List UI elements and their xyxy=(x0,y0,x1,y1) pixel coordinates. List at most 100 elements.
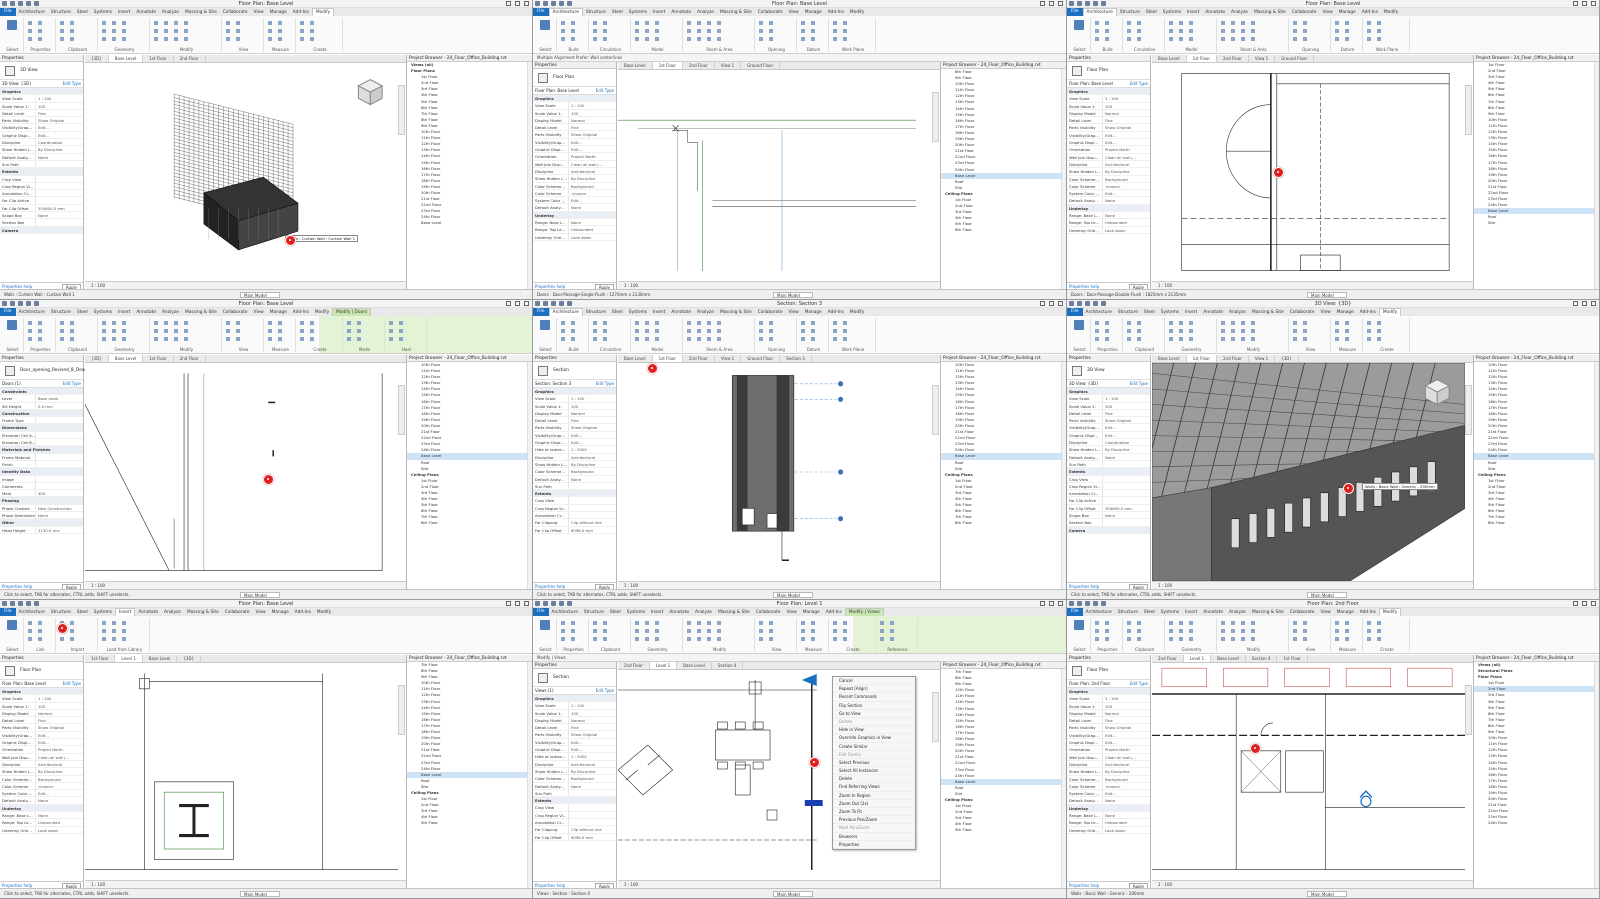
tab-modify-doors[interactable]: Modify | Doors xyxy=(332,308,372,316)
property-row[interactable]: Discipline Coordination xyxy=(0,139,83,147)
property-row[interactable]: Far Clip Offset 6096.0 mm xyxy=(533,526,616,534)
ribbon-tool-button[interactable] xyxy=(1105,336,1109,341)
ribbon-tool-button[interactable] xyxy=(1169,328,1173,333)
view-tab-base-level[interactable]: Base Level xyxy=(108,55,144,62)
property-row[interactable]: Show Hidden L... By Discipline xyxy=(533,460,616,469)
property-value[interactable]: Look down xyxy=(36,827,83,833)
tab-systems[interactable]: Systems xyxy=(1158,610,1182,615)
property-value[interactable]: Project North xyxy=(1103,746,1150,752)
property-value[interactable]: None xyxy=(1103,212,1150,218)
ribbon-tool-button[interactable] xyxy=(1169,320,1173,325)
property-value[interactable] xyxy=(36,439,83,445)
ribbon-tool-button[interactable] xyxy=(1293,28,1297,33)
property-row[interactable]: Far Clipping Clip without line xyxy=(533,826,616,834)
tab-add-ins[interactable]: Add-Ins xyxy=(1357,610,1379,615)
ribbon-tool-button[interactable] xyxy=(1251,328,1255,333)
ribbon-tool-button[interactable] xyxy=(112,328,116,333)
property-row[interactable]: Scale Value 1: 100 xyxy=(1067,402,1150,410)
ribbon-tool-button[interactable] xyxy=(603,336,607,341)
type-selector[interactable]: Floor Plan xyxy=(533,69,616,87)
ribbon-tool-button[interactable] xyxy=(278,336,282,341)
tab-annotate[interactable]: Annotate xyxy=(133,10,159,15)
view-tab-2nd-floor[interactable]: 2nd Floor xyxy=(683,62,715,69)
ribbon-tool-button[interactable] xyxy=(310,320,314,325)
ribbon-tool-button[interactable] xyxy=(769,620,773,625)
tab-architecture[interactable]: Architecture xyxy=(549,610,581,615)
ribbon-tool-button[interactable] xyxy=(635,28,639,33)
property-value[interactable]: 1 : 100 xyxy=(569,702,616,708)
ribbon-tool-button[interactable] xyxy=(112,628,116,633)
ribbon-tool-button[interactable] xyxy=(1221,336,1225,341)
property-row[interactable]: Annotation Cr... xyxy=(1067,490,1150,498)
tab-add-ins[interactable]: Add-Ins xyxy=(1359,10,1381,15)
tab-structure[interactable]: Structure xyxy=(583,10,609,15)
view-tab-base-level[interactable]: Base Level xyxy=(143,655,178,662)
ribbon-tool-button[interactable] xyxy=(164,328,168,333)
tab-collaborate[interactable]: Collaborate xyxy=(755,10,786,15)
ribbon-tool-button[interactable] xyxy=(60,320,64,325)
ribbon-tool-button[interactable] xyxy=(174,336,178,341)
tab-manage[interactable]: Manage xyxy=(267,10,290,15)
maximize-icon[interactable] xyxy=(1049,1,1054,6)
tab-architecture[interactable]: Architecture xyxy=(16,310,48,315)
ribbon-tool-button[interactable] xyxy=(1221,36,1225,41)
tab-annotate[interactable]: Annotate xyxy=(1200,610,1226,615)
ribbon-tool-button[interactable] xyxy=(1303,628,1307,633)
context-menu-item-previous-pan-zoom[interactable]: Previous Pan/Zoom xyxy=(833,816,915,825)
ribbon-tool-button[interactable] xyxy=(1189,36,1193,41)
ribbon-tool-button[interactable] xyxy=(571,336,575,341)
ribbon-tool-button[interactable] xyxy=(717,328,721,333)
ribbon-tool-button[interactable] xyxy=(759,20,763,25)
ribbon-tool-button[interactable] xyxy=(1303,20,1307,25)
property-value[interactable]: None xyxy=(569,204,616,210)
tab-massing-site[interactable]: Massing & Site xyxy=(184,610,222,615)
property-value[interactable]: Edit... xyxy=(1103,424,1150,430)
property-value[interactable]: 100 xyxy=(1103,403,1150,409)
ribbon-tool-button[interactable] xyxy=(1105,636,1109,641)
ribbon-tool-button[interactable] xyxy=(561,328,565,333)
ribbon-tool-button[interactable] xyxy=(268,336,272,341)
ribbon-tool-button[interactable] xyxy=(102,628,106,633)
ribbon-tool-button[interactable] xyxy=(60,28,64,33)
ribbon-tool-button[interactable] xyxy=(717,336,721,341)
property-value[interactable]: Normal xyxy=(1103,710,1150,716)
property-row[interactable]: Frame Type xyxy=(0,417,83,425)
view-tab-1st-floor[interactable]: 1st Floor xyxy=(85,655,116,662)
ribbon-tool-button[interactable] xyxy=(561,620,565,625)
property-value[interactable]: 1 : 100 xyxy=(36,95,83,101)
property-row[interactable]: Range: Top Le... Unbounded xyxy=(1067,819,1150,827)
property-value[interactable] xyxy=(569,804,616,810)
property-row[interactable]: Crop Region Vi... xyxy=(0,182,83,191)
ribbon-tool-button[interactable] xyxy=(645,20,649,25)
property-value[interactable]: Architectural xyxy=(1103,761,1150,767)
property-value[interactable]: Background xyxy=(569,183,616,189)
minimize-icon[interactable] xyxy=(1573,601,1578,606)
property-row[interactable]: Annotation Cr... xyxy=(0,190,83,198)
ribbon-tool-button[interactable] xyxy=(603,620,607,625)
ribbon-tool-button[interactable] xyxy=(603,328,607,333)
ribbon-tool-button[interactable] xyxy=(38,636,42,641)
tab-view[interactable]: View xyxy=(785,310,801,315)
edit-type-button[interactable]: Edit Type xyxy=(596,87,614,95)
property-value[interactable] xyxy=(569,505,616,511)
property-row[interactable]: System Color ... Edit... xyxy=(1067,190,1150,198)
view-scale[interactable]: 1 : 100 xyxy=(624,882,638,887)
ribbon-tool-button[interactable] xyxy=(687,628,691,633)
property-row[interactable]: Crop View xyxy=(533,497,616,505)
ribbon-tool-button[interactable] xyxy=(1377,628,1381,633)
property-value[interactable]: By Discipline xyxy=(36,768,83,774)
ribbon-tool-button[interactable] xyxy=(635,636,639,641)
tab-view[interactable]: View xyxy=(1319,10,1335,15)
property-row[interactable]: Color Scheme <none> xyxy=(1067,782,1150,791)
view-tab-section-4[interactable]: Section 4 xyxy=(712,662,744,669)
ribbon-tool-button[interactable] xyxy=(389,328,393,333)
tab-steel[interactable]: Steel xyxy=(607,610,624,615)
tab-structure[interactable]: Structure xyxy=(48,610,74,615)
property-value[interactable]: Edit... xyxy=(36,739,83,745)
tab-massing-site[interactable]: Massing & Site xyxy=(182,310,220,315)
ribbon-tool-button[interactable] xyxy=(268,320,272,325)
modify-tool-button[interactable] xyxy=(539,20,551,36)
property-value[interactable]: By Discipline xyxy=(1103,768,1150,774)
modify-tool-button[interactable] xyxy=(1073,320,1085,336)
ribbon-tool-button[interactable] xyxy=(1179,320,1183,325)
